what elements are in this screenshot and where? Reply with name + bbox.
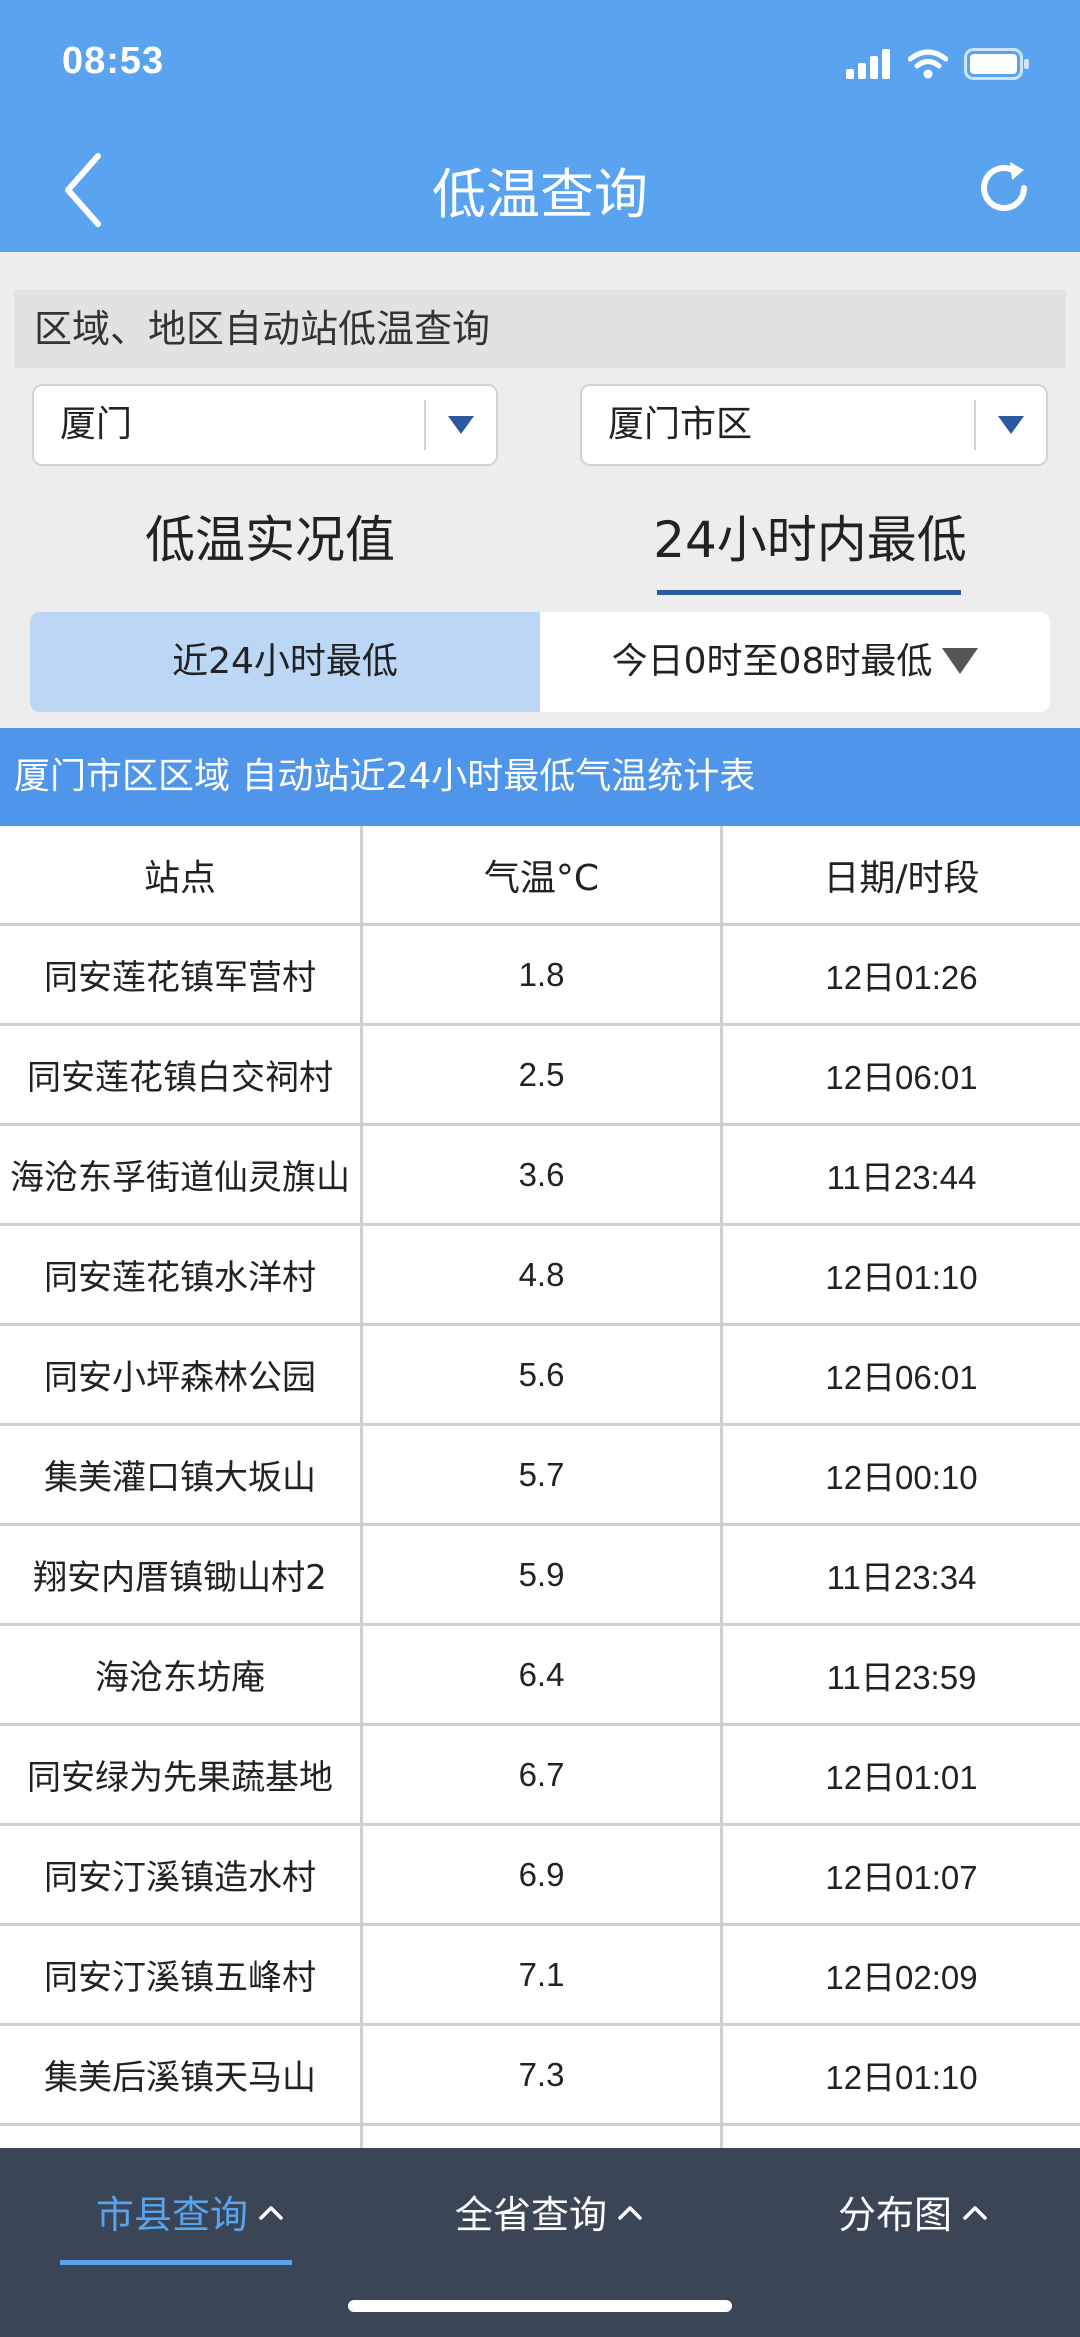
temperature-cell: 1.8	[360, 926, 720, 1023]
city-select-value: 厦门	[60, 404, 133, 445]
datetime-cell: 12日01:26	[720, 926, 1080, 1023]
dropdown-triangle-icon	[942, 648, 979, 674]
temperature-cell: 5.6	[360, 1326, 720, 1423]
query-panel-title: 区域、地区自动站低温查询	[14, 290, 1066, 368]
table-row[interactable]: 同安小坪森林公园 5.6 12日06:01	[0, 1326, 1080, 1426]
bottom-tab-distribution-map[interactable]: 分布图	[838, 2184, 988, 2239]
dropdown-arrow-icon	[998, 416, 1024, 434]
segment-today-0-8[interactable]: 今日0时至08时最低	[540, 612, 1050, 712]
temperature-cell: 5.7	[360, 1426, 720, 1523]
table-row[interactable]: 集美后溪镇天马山 7.3 12日01:10	[0, 2026, 1080, 2126]
refresh-icon[interactable]	[974, 158, 1034, 218]
chevron-up-icon	[618, 2205, 642, 2220]
datetime-cell: 12日01:07	[720, 1826, 1080, 1923]
temperature-cell: 5.9	[360, 1526, 720, 1623]
home-indicator[interactable]	[348, 2300, 732, 2312]
city-select[interactable]: 厦门	[32, 384, 498, 466]
signal-icon	[846, 49, 890, 79]
status-time: 08:53	[62, 40, 165, 82]
district-select[interactable]: 厦门市区	[580, 384, 1048, 466]
table-row[interactable]: 同安莲花镇白交祠村 2.5 12日06:01	[0, 1026, 1080, 1126]
table-header-row: 站点 气温°C 日期/时段	[0, 826, 1080, 926]
datetime-cell: 12日01:01	[720, 1726, 1080, 1823]
datetime-cell: 12日00:10	[720, 1426, 1080, 1523]
datetime-cell: 12日06:01	[720, 1026, 1080, 1123]
datetime-cell: 11日23:59	[720, 1626, 1080, 1723]
wifi-icon	[908, 49, 948, 79]
station-cell: 同安汀溪镇造水村	[44, 1858, 316, 1898]
district-select-value: 厦门市区	[608, 404, 753, 445]
chevron-up-icon	[963, 2205, 987, 2220]
temperature-cell: 2.5	[360, 1026, 720, 1123]
station-cell: 集美后溪镇天马山	[44, 2058, 316, 2098]
segment-today-label: 今日0时至08时最低	[611, 641, 933, 682]
station-cell: 集美灌口镇大坂山	[44, 1458, 316, 1498]
table-row[interactable]: 同安汀溪镇五峰村 7.1 12日02:09	[0, 1926, 1080, 2026]
header-station: 站点	[143, 857, 216, 899]
bottom-tab-province-query[interactable]: 全省查询	[455, 2184, 643, 2239]
temperature-cell: 6.9	[360, 1826, 720, 1923]
table-row[interactable]: 海沧东孚街道仙灵旗山 3.6 11日23:44	[0, 1126, 1080, 1226]
bottom-tab-label: 分布图	[838, 2193, 953, 2237]
table-row[interactable]: 翔安内厝镇锄山村2 5.9 11日23:34	[0, 1526, 1080, 1626]
station-cell: 同安莲花镇水洋村	[44, 1258, 316, 1298]
station-cell: 翔安内厝镇锄山村2	[33, 1558, 327, 1598]
station-cell: 同安莲花镇白交祠村	[27, 1058, 333, 1098]
bottom-tab-label: 市县查询	[96, 2193, 249, 2237]
table-row[interactable]: 集美灌口镇大坂山 5.7 12日00:10	[0, 1426, 1080, 1526]
select-divider	[974, 400, 976, 450]
temperature-cell: 7.1	[360, 1926, 720, 2023]
header-temperature: 气温°C	[360, 826, 720, 923]
datetime-cell: 11日23:44	[720, 1126, 1080, 1223]
table-row[interactable]: 同安汀溪镇造水村 6.9 12日01:07	[0, 1826, 1080, 1926]
table-row[interactable]: 同安莲花镇军营村 1.8 12日01:26	[0, 926, 1080, 1026]
tab-realtime-low[interactable]: 低温实况值	[90, 500, 450, 572]
tab-24h-low[interactable]: 24小时内最低	[620, 500, 1000, 572]
station-cell: 同安莲花镇军营村	[44, 958, 316, 998]
datetime-cell: 12日01:10	[720, 1226, 1080, 1323]
datetime-cell: 12日01:10	[720, 2026, 1080, 2123]
chevron-up-icon	[259, 2205, 283, 2220]
bottom-tab-label: 全省查询	[455, 2193, 608, 2237]
app-header: 08:53 低温查询	[0, 0, 1080, 252]
dropdown-arrow-icon	[448, 416, 474, 434]
tab-active-indicator	[657, 590, 961, 595]
status-icons	[846, 48, 1030, 80]
table-row[interactable]: 海沧东坊庵 6.4 11日23:59	[0, 1626, 1080, 1726]
table-row[interactable]: 同安绿为先果蔬基地 6.7 12日01:01	[0, 1726, 1080, 1826]
datetime-cell: 12日02:09	[720, 1926, 1080, 2023]
datetime-cell: 11日23:34	[720, 1526, 1080, 1623]
station-cell: 同安小坪森林公园	[44, 1358, 316, 1398]
temperature-cell: 6.4	[360, 1626, 720, 1723]
select-divider	[424, 400, 426, 450]
low-temp-table: 站点 气温°C 日期/时段 同安莲花镇军营村 1.8 12日01:26 同安莲花…	[0, 826, 1080, 2226]
station-cell: 同安汀溪镇五峰村	[44, 1958, 316, 1998]
temperature-cell: 3.6	[360, 1126, 720, 1223]
station-cell: 同安绿为先果蔬基地	[27, 1758, 333, 1798]
temperature-cell: 7.3	[360, 2026, 720, 2123]
temperature-cell: 4.8	[360, 1226, 720, 1323]
table-row[interactable]: 同安莲花镇水洋村 4.8 12日01:10	[0, 1226, 1080, 1326]
bottom-nav: 市县查询 全省查询 分布图	[0, 2148, 1080, 2337]
bottom-tab-active-indicator	[60, 2260, 292, 2265]
temperature-cell: 6.7	[360, 1726, 720, 1823]
page-title: 低温查询	[432, 163, 648, 226]
bottom-tab-city-query[interactable]: 市县查询	[96, 2184, 284, 2239]
table-title: 厦门市区区域 自动站近24小时最低气温统计表	[0, 728, 1080, 826]
header-datetime: 日期/时段	[720, 826, 1080, 923]
station-cell: 海沧东坊庵	[95, 1658, 265, 1698]
segment-last-24h[interactable]: 近24小时最低	[30, 612, 540, 712]
battery-icon	[964, 48, 1029, 80]
station-cell: 海沧东孚街道仙灵旗山	[10, 1158, 350, 1198]
datetime-cell: 12日06:01	[720, 1326, 1080, 1423]
